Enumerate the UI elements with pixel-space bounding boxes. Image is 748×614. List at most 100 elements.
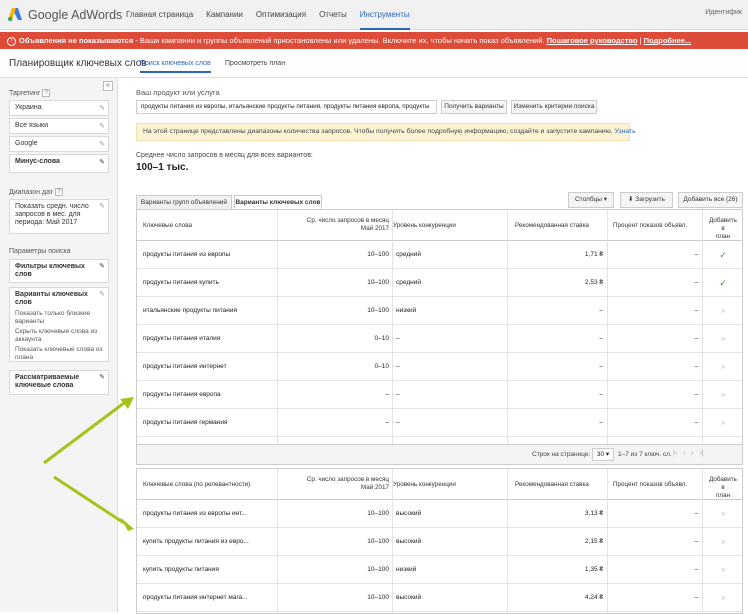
added-check-icon[interactable]: ✓ [707,269,739,297]
col-suggested-bid[interactable]: Рекомендованная ставка [515,222,589,230]
collapse-sidebar-button[interactable]: « [103,81,113,91]
table-row[interactable]: продукты питания интернет 0–10– – –» [137,353,742,381]
col-impression-share[interactable]: Процент показов объявл. [613,481,687,489]
competition-cell: средний [396,279,421,286]
col-keyword[interactable]: Ключевые слова [143,222,192,230]
table-row[interactable]: продукты питания из европы инт... 10–100 в… [137,500,742,528]
account-id[interactable]: Идентифик [705,9,742,16]
pager-navigation[interactable]: |‹ ‹ › ›| [673,450,703,457]
alert-banner: ! Объявления не показываются - Ваши кампа… [0,32,748,49]
nav-campaigns[interactable]: Кампании [206,0,243,30]
tab-view-plan[interactable]: Просмотреть план [225,60,285,71]
col-suggested-bid[interactable]: Рекомендованная ставка [515,481,589,489]
arrow-down-head [120,517,134,531]
download-button[interactable]: ⬇ Загрузить [620,192,673,208]
bid-cell: 3,13 ₴ [584,510,603,517]
impression-share-cell: – [694,391,698,398]
learn-more-link[interactable]: Узнать [615,128,636,135]
info-banner: На этой странице представлены диапазоны … [136,123,636,141]
table-row[interactable]: купить продукты питания 10–100 низкий 1,35 … [137,556,742,584]
nav-reports[interactable]: Отчеты [319,0,347,30]
tab-keyword-ideas[interactable]: Варианты ключевых слов [234,195,322,210]
pencil-icon[interactable]: ✎ [99,291,105,299]
table-row[interactable]: продукты питания италия 0–10– – –» [137,325,742,353]
competition-cell: высокий [396,594,422,601]
table-row[interactable]: продукты питания европа – – – –» [137,381,742,409]
keyword-filters[interactable]: Фильтры ключевых слов ✎ [9,259,109,283]
table-row[interactable]: купить продукты питания из евро... 10–100… [137,528,742,556]
pencil-icon[interactable]: ✎ [99,203,105,211]
add-to-plan-button[interactable]: » [707,297,739,325]
add-to-plan-button[interactable]: » [707,381,739,409]
pencil-icon[interactable]: ✎ [99,140,105,148]
date-range-box[interactable]: Показать средн. число запросов в мес. дл… [9,199,109,234]
pencil-icon[interactable]: ✎ [99,122,105,130]
competition-cell: средний [396,251,421,258]
arrow-down [53,475,125,525]
keyword-cell: продукты питания европа [143,391,221,398]
added-check-icon[interactable]: ✓ [707,241,739,269]
rows-per-page-select[interactable]: 30 ▾ [592,448,614,461]
table-row[interactable]: продукты питания германия – – – –» [137,409,742,437]
alert-text: - Ваши кампании и группы объявлений прио… [133,36,545,45]
product-input[interactable]: продукты питания из европы, итальянские … [136,100,437,114]
add-to-plan-button[interactable]: » [707,409,739,437]
targeting-language[interactable]: Все языки ✎ [9,118,109,134]
competition-cell: – [396,335,400,342]
targeting-network[interactable]: Google ✎ [9,136,109,152]
col-impression-share[interactable]: Процент показов объявл. [613,222,687,230]
avg-searches-cell: 0–10 [374,363,389,370]
bid-cell: 1,35 ₴ [584,566,603,573]
impression-share-cell: – [694,251,698,258]
col-keyword-relevance[interactable]: Ключевые слова (по релевантности) [143,481,250,489]
keyword-options[interactable]: Варианты ключевых слов Показать только б… [9,287,109,362]
pencil-icon[interactable]: ✎ [99,158,105,166]
col-competition[interactable]: Уровень конкуренции [393,222,456,230]
pencil-icon[interactable]: ✎ [99,374,105,382]
add-to-plan-button[interactable]: » [707,584,739,612]
add-to-plan-button[interactable]: » [707,325,739,353]
add-all-button[interactable]: Добавить все (26) [678,192,743,208]
help-icon[interactable]: ? [55,188,64,196]
help-icon[interactable]: ? [42,89,51,97]
negative-keywords[interactable]: Минус-слова ✎ [9,154,109,173]
add-to-plan-button[interactable]: » [707,556,739,584]
pencil-icon[interactable]: ✎ [99,263,105,271]
col-add-to-plan: Добавить в план [709,217,737,240]
table-row[interactable]: итальянские продукты питания 10–100 низкий… [137,297,742,325]
impression-share-cell: – [694,566,698,573]
date-range-label: Диапазон дат? [9,188,64,196]
pencil-icon[interactable]: ✎ [99,104,105,112]
keyword-ideas-table: Ключевые слова Ср. число запросов в меся… [136,209,743,445]
col-avg-searches[interactable]: Ср. число запросов в месяц Май 2017 [287,476,389,492]
col-competition[interactable]: Уровень конкуренции [393,481,456,489]
nav-optimization[interactable]: Оптимизация [256,0,306,30]
columns-button[interactable]: Столбцы ▾ [568,192,614,208]
add-to-plan-button[interactable]: » [707,353,739,381]
tab-ad-group-ideas[interactable]: Варианты групп объявлений [136,195,232,210]
add-to-plan-button[interactable]: » [707,528,739,556]
table-row[interactable]: продукты питания купить 10–100 средний 2,53… [137,269,742,297]
impression-share-cell: – [694,419,698,426]
keyword-cell: продукты питания купить [143,279,219,286]
impression-share-cell: – [694,594,698,601]
col-avg-searches[interactable]: Ср. число запросов в месяц Май 2017 [287,217,389,233]
more-link[interactable]: Подробнее... [644,36,692,45]
nav-tools[interactable]: Инструменты [359,0,410,30]
option-close-variants: Показать только близкие варианты [15,310,91,325]
adwords-logo[interactable]: Google AdWords [7,7,122,22]
table-header: Ключевые слова (по релевантности) Ср. чи… [137,469,742,500]
table-row[interactable]: продукты питания из европы 10–100 средний 1… [137,241,742,269]
guide-link[interactable]: Пошаговое руководство [547,36,638,45]
keyword-cell: купить продукты питания [143,566,219,573]
table-row[interactable]: продукты питания интернет мага... 10–100 в… [137,584,742,612]
get-ideas-button[interactable]: Получить варианты [441,100,507,114]
bid-cell: – [599,307,603,314]
nav-home[interactable]: Главная страница [126,0,193,30]
targeting-location[interactable]: Украина ✎ [9,100,109,116]
modify-search-button[interactable]: Изменить критерии поиска [511,100,597,114]
tab-keyword-search[interactable]: Поиск ключевых слов [140,60,211,73]
avg-searches-cell: – [385,419,389,426]
considered-keywords[interactable]: Рассматриваемые ключевые слова ✎ [9,370,109,395]
add-to-plan-button[interactable]: » [707,500,739,528]
